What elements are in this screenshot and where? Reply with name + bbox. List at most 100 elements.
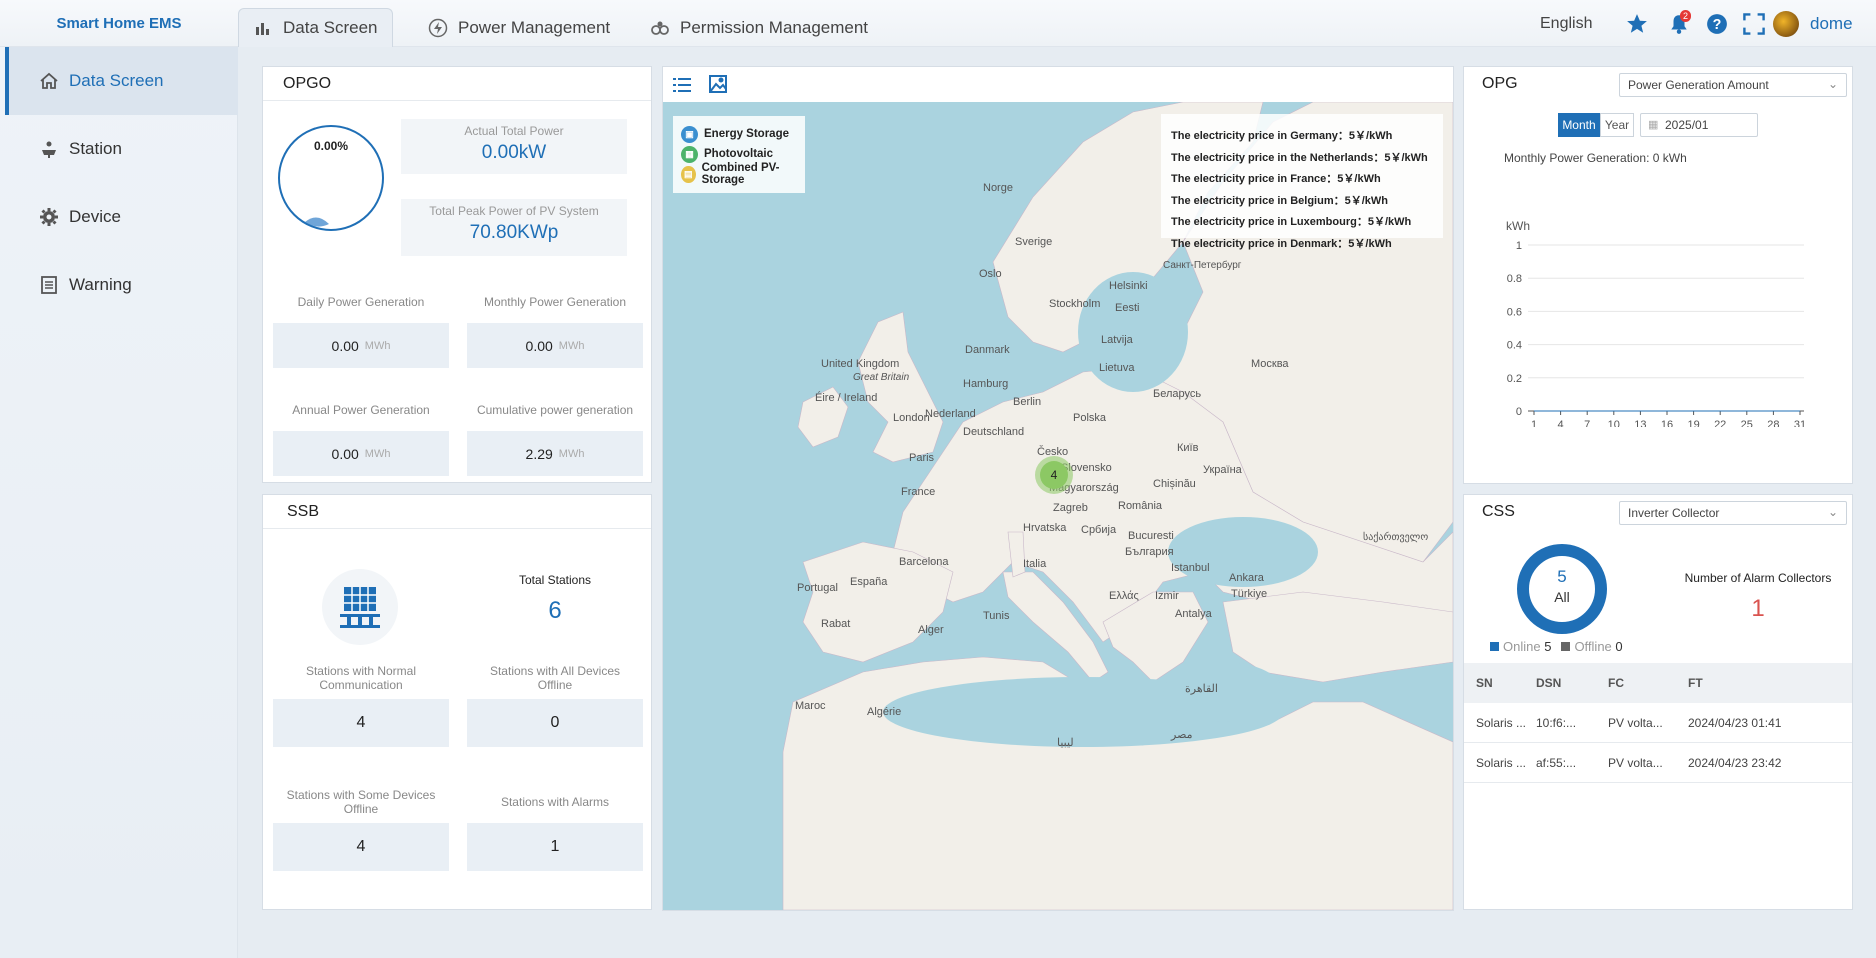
legend-energy-storage[interactable]: ▣ Energy Storage [673, 124, 805, 144]
select-value: Power Generation Amount [1628, 78, 1769, 92]
avatar[interactable] [1773, 0, 1799, 47]
actual-power-box: Actual Total Power 0.00kW [401, 119, 627, 174]
card-value: 0.00 [525, 337, 553, 354]
card-label: Stations with Some Devices Offline [273, 781, 449, 823]
collector-donut: 5 All [1516, 543, 1608, 635]
map-label: Paris [909, 452, 935, 464]
tab-permission-management[interactable]: Permission Management [636, 8, 882, 47]
table-row[interactable]: Solaris ... 10:f6:... PV volta... 2024/0… [1464, 703, 1852, 743]
price-line: The electricity price in the Netherlands… [1171, 151, 1428, 164]
map-label: Беларусь [1153, 388, 1202, 400]
map-label: Санкт-Петербург [1163, 260, 1242, 271]
combined-icon: ▤ [681, 165, 696, 183]
map-label: United Kingdom [821, 358, 900, 370]
x-tick-label: 19 [1687, 419, 1699, 427]
ssb-panel: SSB Total Stations 6 Stations with Norma… [262, 494, 652, 910]
tab-label: Power Management [458, 17, 611, 37]
map-label: Zagreb [1053, 502, 1088, 514]
y-axis-label: kWh [1506, 219, 1530, 233]
y-tick-label: 0 [1516, 406, 1522, 418]
select-value: Inverter Collector [1628, 506, 1720, 520]
map-label: Deutschland [963, 426, 1025, 438]
card-unit: MWh [364, 447, 391, 460]
svg-text:?: ? [1713, 16, 1722, 32]
table-header: SN DSN FC FT [1464, 663, 1852, 703]
y-tick-label: 1 [1516, 240, 1522, 252]
language-selector[interactable]: English [1540, 0, 1592, 47]
map-label: España [850, 576, 888, 588]
help-button[interactable]: ? [1706, 0, 1728, 47]
col-ft[interactable]: FT [1688, 676, 1848, 690]
css-collector-select[interactable]: Inverter Collector ⌄ [1619, 501, 1847, 525]
col-dsn[interactable]: DSN [1536, 676, 1608, 690]
card-value: 0 [550, 714, 560, 731]
sidebar-item-warning[interactable]: Warning [5, 251, 238, 319]
favorites-button[interactable] [1626, 0, 1648, 47]
legend-photovoltaic[interactable]: ▦ Photovoltaic [673, 144, 805, 164]
map-label: Lietuva [1099, 362, 1135, 374]
sidebar-item-data-screen[interactable]: Data Screen [5, 47, 238, 115]
map-label: Alger [918, 624, 944, 636]
map-label: Polska [1073, 412, 1107, 424]
x-tick-label: 7 [1584, 419, 1590, 427]
opg-panel: OPG Power Generation Amount ⌄ Month Year … [1463, 66, 1853, 484]
legend-combined[interactable]: ▤ Combined PV-Storage [673, 162, 805, 186]
solar-panel-icon [42, 141, 56, 158]
css-panel: CSS Inverter Collector ⌄ 5 All Online 5 O… [1463, 494, 1853, 910]
price-line: The electricity price in Belgium：5￥/kWh [1171, 194, 1388, 207]
map-label: Србија [1081, 524, 1117, 536]
opg-metric-select[interactable]: Power Generation Amount ⌄ [1619, 73, 1847, 97]
x-tick-label: 28 [1767, 419, 1779, 427]
collector-table: SN DSN FC FT Solaris ... 10:f6:... PV vo… [1464, 663, 1852, 783]
document-icon [41, 276, 57, 294]
sidebar-item-device[interactable]: Device [5, 183, 238, 251]
notifications-button[interactable]: 2 [1668, 0, 1692, 47]
col-fc[interactable]: FC [1608, 676, 1688, 690]
y-tick-label: 0.6 [1507, 306, 1522, 318]
map-label: Izmir [1155, 590, 1179, 602]
peak-power-box: Total Peak Power of PV System 70.80KWp [401, 199, 627, 256]
map-label: Éire / Ireland [815, 392, 878, 404]
legend-online: Online 5 [1490, 639, 1551, 654]
month-button[interactable]: Month [1558, 113, 1600, 137]
username[interactable]: dome [1810, 0, 1853, 47]
map-view[interactable]: Norge Sverige Oslo Stockholm Helsinki Са… [663, 102, 1453, 910]
cell-ft: 2024/04/23 01:41 [1688, 715, 1782, 730]
x-tick-label: 16 [1661, 419, 1673, 427]
map-label: საქართველო [1363, 532, 1429, 543]
solar-panel-icon [340, 587, 380, 628]
app-title: Smart Home EMS [56, 15, 182, 32]
all-devices-offline-card: Stations with All Devices Offline 0 [467, 657, 643, 747]
language-label: English [1540, 14, 1593, 32]
map-label: Algérie [867, 706, 902, 718]
col-sn[interactable]: SN [1464, 676, 1536, 690]
electricity-prices: The electricity price in Germany：5￥/kWh … [1161, 114, 1443, 250]
stations-with-alarms-card: Stations with Alarms 1 [467, 781, 643, 871]
x-tick-label: 10 [1608, 419, 1620, 427]
year-button[interactable]: Year [1600, 113, 1634, 137]
map-label: Москва [1251, 358, 1289, 370]
tab-label: Permission Management [680, 17, 869, 37]
tab-power-management[interactable]: Power Management [414, 8, 624, 47]
tab-data-screen[interactable]: Data Screen [238, 8, 393, 47]
map-label: Eesti [1115, 302, 1140, 314]
card-value: 2.29 [525, 445, 553, 462]
map-label: Bucuresti [1128, 530, 1174, 542]
date-picker[interactable]: ▦ 2025/01 [1640, 113, 1758, 137]
legend-label: Combined PV-Storage [701, 162, 780, 186]
map-label: ليبيا [1057, 737, 1074, 749]
station-cluster-marker[interactable]: 4 [1035, 456, 1073, 494]
map-label: Italia [1023, 558, 1047, 570]
card-label: Annual Power Generation [273, 389, 449, 431]
map-view-icon[interactable] [709, 75, 727, 95]
table-row[interactable]: Solaris ... af:55:... PV volta... 2024/0… [1464, 743, 1852, 783]
some-devices-offline-card: Stations with Some Devices Offline 4 [273, 781, 449, 871]
map-label: Ελλάς [1109, 590, 1139, 602]
year-label: Year [1604, 118, 1630, 132]
fullscreen-button[interactable] [1742, 0, 1766, 47]
chevron-down-icon: ⌄ [1827, 77, 1838, 91]
sidebar-item-station[interactable]: Station [5, 115, 238, 183]
map-label: Київ [1177, 442, 1199, 454]
list-view-icon[interactable] [673, 77, 691, 93]
map-label: Tunis [983, 610, 1010, 622]
